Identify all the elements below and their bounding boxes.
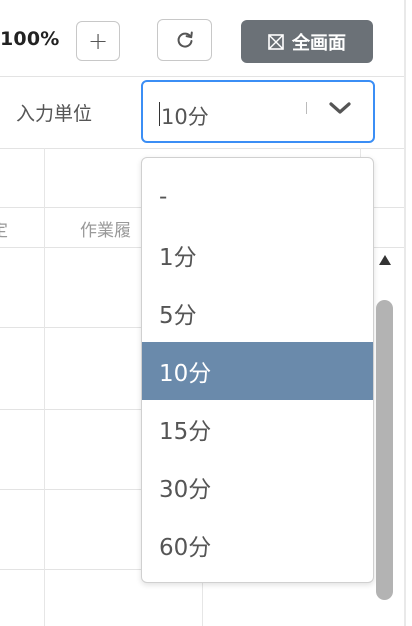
unit-select[interactable]: 10分 [141,80,375,143]
table-header-cell: 作業履 [80,221,131,241]
app-root: 100% + 全画面 入力単位 10分 定 作業履 - [0,0,412,626]
unit-dropdown-list: - 1分 5分 10分 15分 30分 60分 [141,157,374,583]
table-top-border [0,148,404,149]
row-border [0,327,142,328]
zoom-in-button[interactable]: + [76,21,120,61]
fullscreen-icon [268,33,284,50]
text-cursor [159,102,160,126]
unit-label: 入力単位 [16,103,93,125]
zoom-level: 100% [0,28,60,50]
panel-edge [404,0,406,626]
select-separator [306,102,307,114]
scroll-up-icon[interactable] [378,254,392,266]
chevron-down-icon[interactable] [328,99,352,119]
dropdown-option-selected[interactable]: 10分 [142,342,373,400]
dropdown-option[interactable]: - [142,168,373,226]
unit-select-value: 10分 [161,105,209,129]
refresh-icon [177,31,193,48]
row-border [0,489,142,490]
fullscreen-button[interactable]: 全画面 [241,20,373,63]
toolbar-divider [0,76,404,77]
row-border [0,569,142,570]
dropdown-option[interactable]: 1分 [142,226,373,284]
dropdown-option[interactable]: 5分 [142,284,373,342]
refresh-button[interactable] [157,19,212,61]
dropdown-option[interactable]: 15分 [142,400,373,458]
column-divider [202,583,203,626]
dropdown-option[interactable]: 30分 [142,458,373,516]
fullscreen-label: 全画面 [292,32,346,54]
scrollbar-thumb[interactable] [376,300,393,600]
table-header-cell: 定 [0,216,8,241]
row-border [0,409,142,410]
dropdown-option[interactable]: 60分 [142,516,373,574]
column-divider [44,148,45,626]
